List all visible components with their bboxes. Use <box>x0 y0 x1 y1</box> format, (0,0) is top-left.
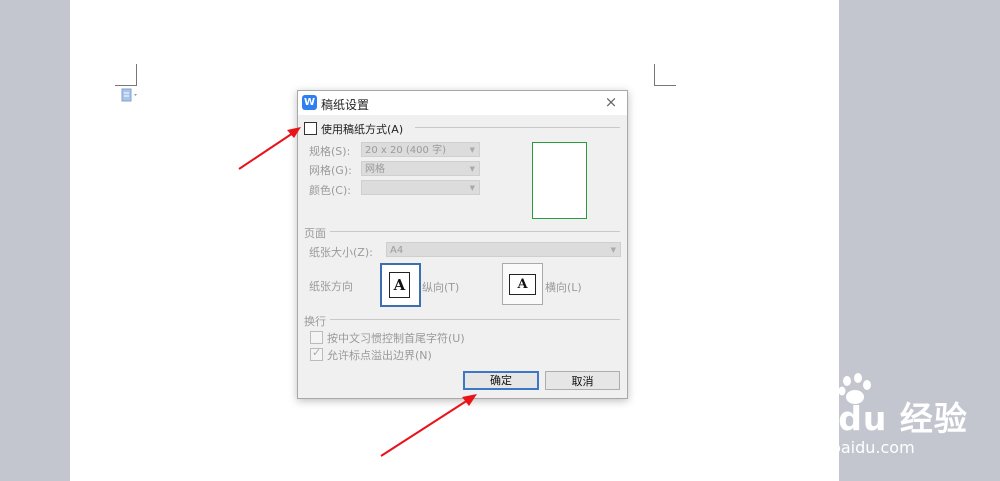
chevron-down-icon: ▼ <box>469 184 475 192</box>
divider <box>330 231 620 232</box>
chevron-down-icon: ▼ <box>469 165 475 173</box>
hanging-punctuation-label[interactable]: 允许标点溢出边界(N) <box>327 347 432 363</box>
spec-select[interactable]: 20 x 20 (400 字) ▼ <box>361 142 480 157</box>
portrait-page-icon: A <box>389 272 410 298</box>
grid-label: 网格(G): <box>309 164 352 177</box>
divider <box>415 127 620 128</box>
hanging-punctuation-checkbox[interactable]: ✓ <box>310 346 323 361</box>
grid-select[interactable]: 网格 ▼ <box>361 161 480 176</box>
wrap-section-heading: 换行 <box>304 315 326 328</box>
page-corner-mark-top-left <box>115 64 137 86</box>
spec-value: 20 x 20 (400 字) <box>365 145 446 156</box>
chevron-down-icon: ▼ <box>469 146 475 154</box>
baidu-url-text: jingyan.baidu.com <box>767 438 915 457</box>
paper-size-label: 纸张大小(Z): <box>309 246 373 259</box>
color-label: 颜色(C): <box>309 184 351 197</box>
paragraph-format-icon[interactable] <box>120 88 140 102</box>
use-grid-checkbox[interactable] <box>304 122 317 135</box>
grid-preview <box>532 142 587 219</box>
portrait-label[interactable]: 纵向(T) <box>422 279 459 295</box>
paper-size-select[interactable]: A4 ▼ <box>386 242 621 257</box>
close-icon[interactable]: × <box>602 93 620 111</box>
page-section-heading: 页面 <box>304 227 326 240</box>
color-select[interactable]: ▼ <box>361 180 480 195</box>
chevron-down-icon: ▼ <box>610 246 616 254</box>
orientation-label: 纸张方向 <box>309 280 353 293</box>
baidu-brand-text: Bai du 经验 <box>764 399 968 438</box>
divider <box>330 319 620 320</box>
wps-writer-icon: W <box>302 95 317 110</box>
ok-button[interactable]: 确定 <box>463 371 539 390</box>
line-break-rules-label[interactable]: 按中文习惯控制首尾字符(U) <box>327 330 465 346</box>
use-grid-label[interactable]: 使用稿纸方式(A) <box>321 121 403 137</box>
paper-settings-dialog: W 稿纸设置 × 使用稿纸方式(A) 规格(S): 20 x 20 (400 字… <box>297 90 628 399</box>
grid-value: 网格 <box>365 164 385 175</box>
cancel-button[interactable]: 取消 <box>545 371 620 390</box>
check-icon: ✓ <box>312 346 322 359</box>
line-break-rules-checkbox[interactable] <box>310 331 323 344</box>
page-corner-mark-top-right <box>654 64 676 86</box>
dialog-titlebar: W 稿纸设置 × <box>298 91 627 115</box>
paper-size-value: A4 <box>390 245 404 256</box>
landscape-page-icon: A <box>509 274 536 295</box>
dialog-title: 稿纸设置 <box>321 98 370 112</box>
spec-label: 规格(S): <box>309 145 351 158</box>
landscape-button[interactable]: A <box>502 263 543 305</box>
landscape-label[interactable]: 横向(L) <box>545 279 582 295</box>
portrait-button[interactable]: A <box>380 263 421 307</box>
